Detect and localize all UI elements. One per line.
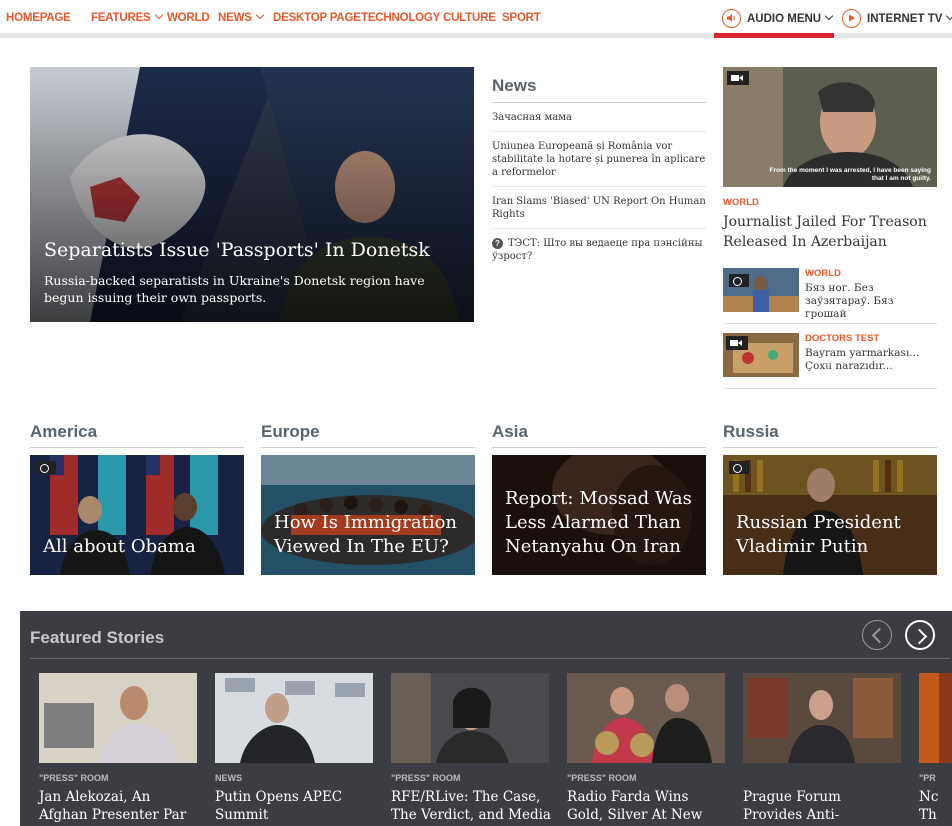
featured-card[interactable]: "PR Nc Th [919, 673, 952, 824]
chevron-down-icon [946, 11, 952, 20]
featured-divider [30, 658, 950, 659]
featured-stories: Featured Stories "PRESS" ROOM Jan Alekoz… [20, 611, 952, 826]
small-story-title[interactable]: Бяз ног. Без заўзятараў. Бяз грошай [805, 282, 935, 321]
video-caption: From the moment I was arrested, I have b… [769, 167, 931, 182]
small-story[interactable]: DOCTORS TEST Bayram yarmarkası... Çoxu n… [723, 333, 937, 389]
news-list: News Зачасная мама Uniunea Europeană și … [492, 76, 706, 270]
section-heading-asia[interactable]: Asia [492, 422, 706, 448]
card-image [567, 673, 725, 763]
card-kicker: NEWS [215, 773, 242, 783]
card-kicker: "PRESS" ROOM [39, 773, 109, 783]
internet-tv-label: INTERNET TV [867, 12, 943, 25]
small-story-title[interactable]: Bayram yarmarkası... Çoxu narazıdır... [805, 347, 935, 373]
card-title[interactable]: Jan Alekozai, An Afghan Presenter Par [39, 788, 199, 824]
nav-features-label: FEATURES [91, 12, 151, 24]
chevron-down-icon [824, 11, 834, 20]
news-item[interactable]: Uniunea Europeană și România vor stabili… [492, 132, 706, 187]
speaker-icon [722, 9, 741, 28]
hero-title[interactable]: Separatists Issue 'Passports' In Donetsk [44, 239, 430, 261]
card-kicker: "PRESS" ROOM [391, 773, 461, 783]
small-story-kicker[interactable]: WORLD [805, 268, 841, 279]
card-image [391, 673, 549, 763]
story-thumbnail [723, 333, 799, 377]
small-story-kicker[interactable]: DOCTORS TEST [805, 333, 879, 344]
internet-tv-button[interactable]: INTERNET TV [842, 9, 952, 28]
active-menu-underline [714, 33, 834, 38]
featured-card[interactable]: Prague Forum Provides Anti-Corruption Pl… [743, 673, 903, 826]
section-story-europe[interactable]: How Is Immigration Viewed In The EU? [261, 455, 475, 575]
chevron-down-icon [154, 10, 163, 20]
story-kicker[interactable]: WORLD [723, 197, 759, 208]
card-title[interactable]: Radio Farda Wins Gold, Silver At New Yor… [567, 788, 727, 826]
card-title[interactable]: RFE/RLive: The Case, The Verdict, and Me… [391, 788, 551, 824]
play-icon [842, 9, 861, 28]
news-item[interactable]: ? ТЭСТ: Што вы ведаеце пра пэнсійны ўзрос… [492, 229, 706, 270]
featured-card[interactable]: "PRESS" ROOM Radio Farda Wins Gold, Silv… [567, 673, 727, 826]
card-kicker [743, 773, 903, 785]
card-title[interactable]: Putin Opens APEC Summit [215, 788, 375, 824]
featured-video-thumbnail[interactable]: From the moment I was arrested, I have b… [723, 67, 937, 187]
card-image [743, 673, 901, 763]
nav-desktop-page[interactable]: DESKTOP PAGE [273, 12, 361, 24]
audio-menu-button[interactable]: AUDIO MENU [722, 9, 834, 28]
featured-card[interactable]: NEWS Putin Opens APEC Summit [215, 673, 375, 824]
video-icon [727, 71, 749, 85]
news-item[interactable]: Зачасная мама [492, 103, 706, 132]
section-heading-russia[interactable]: Russia [723, 422, 937, 448]
featured-card[interactable]: "PRESS" ROOM RFE/RLive: The Case, The Ve… [391, 673, 551, 824]
camera-icon [729, 274, 749, 287]
nav-news-label: NEWS [218, 12, 252, 24]
section-story-title[interactable]: Report: Mossad Was Less Alarmed Than Net… [505, 487, 698, 559]
hero-story[interactable]: Separatists Issue 'Passports' In Donetsk… [30, 67, 474, 322]
featured-card[interactable]: "PRESS" ROOM Jan Alekozai, An Afghan Pre… [39, 673, 199, 824]
section-story-asia[interactable]: Report: Mossad Was Less Alarmed Than Net… [492, 455, 706, 575]
card-image [919, 673, 952, 763]
section-story-title[interactable]: How Is Immigration Viewed In The EU? [274, 511, 467, 559]
nav-world[interactable]: WORLD [167, 12, 210, 24]
featured-heading: Featured Stories [30, 628, 165, 647]
chevron-down-icon [255, 10, 264, 20]
card-image [215, 673, 373, 763]
card-title[interactable]: Prague Forum Provides Anti-Corruption Pl… [743, 788, 903, 826]
news-item[interactable]: Iran Slams 'Biased' UN Report On Human R… [492, 187, 706, 229]
nav-features[interactable]: FEATURES [91, 10, 163, 24]
news-heading[interactable]: News [492, 76, 706, 103]
story-thumbnail [723, 268, 799, 312]
nav-news[interactable]: NEWS [218, 10, 264, 24]
section-heading-america[interactable]: America [30, 422, 244, 448]
nav-sport[interactable]: SPORT [502, 12, 541, 24]
card-image [39, 673, 197, 763]
carousel-prev-button[interactable] [862, 620, 892, 650]
hero-description: Russia-backed separatists in Ukraine's D… [44, 273, 425, 305]
nav-technology[interactable]: TECHNOLOGY [361, 12, 440, 24]
section-story-title[interactable]: Russian President Vladimir Putin [736, 511, 929, 559]
section-heading-europe[interactable]: Europe [261, 422, 475, 448]
section-story-america[interactable]: All about Obama [30, 455, 244, 575]
nav-culture[interactable]: CULTURE [443, 12, 496, 24]
carousel-next-button[interactable] [905, 620, 935, 650]
camera-icon [729, 461, 749, 474]
news-item-label: ТЭСТ: Што вы ведаеце пра пэнсійны ўзрост… [492, 238, 703, 262]
card-kicker: "PR [919, 773, 936, 783]
video-icon [726, 336, 748, 350]
small-story[interactable]: WORLD Бяз ног. Без заўзятараў. Бяз гроша… [723, 268, 937, 324]
nav-homepage[interactable]: HOMEPAGE [6, 12, 71, 24]
card-kicker: "PRESS" ROOM [567, 773, 637, 783]
card-title[interactable]: Nc Th [919, 788, 939, 824]
camera-icon [36, 461, 56, 474]
question-icon: ? [492, 238, 503, 249]
section-story-russia[interactable]: Russian President Vladimir Putin [723, 455, 937, 575]
audio-menu-label: AUDIO MENU [747, 12, 822, 25]
story-title[interactable]: Journalist Jailed For Treason Released I… [723, 212, 937, 252]
section-story-title[interactable]: All about Obama [43, 535, 236, 559]
